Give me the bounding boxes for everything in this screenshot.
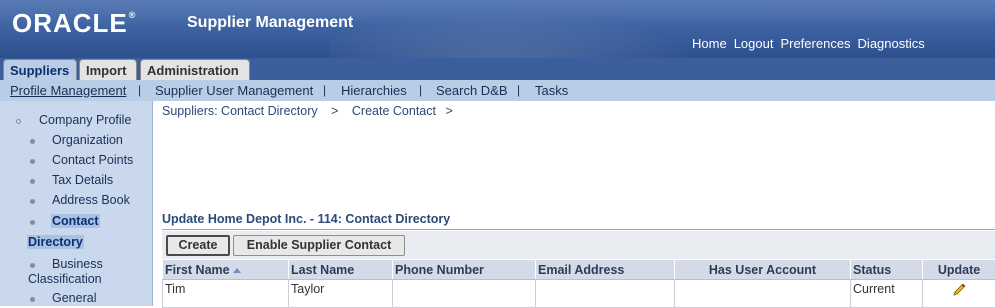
section-divider (162, 229, 995, 230)
column-header-update: Update (923, 260, 995, 280)
pencil-edit-icon[interactable] (951, 282, 967, 298)
column-header-has-user-account: Has User Account (675, 260, 851, 280)
bullet-icon (30, 220, 35, 225)
oracle-logo: ORACLE® (12, 8, 136, 39)
subtab-tasks[interactable]: Tasks (535, 83, 568, 98)
column-header-status: Status (851, 260, 923, 280)
nav-business-classification[interactable]: Business (52, 257, 103, 271)
breadcrumb-contact-directory[interactable]: Suppliers: Contact Directory (162, 104, 318, 118)
nav-address-book[interactable]: Address Book (52, 193, 130, 207)
breadcrumb-create-contact[interactable]: Create Contact (352, 104, 436, 118)
enable-supplier-contact-button[interactable]: Enable Supplier Contact (233, 235, 405, 256)
subtab-separator: | (419, 83, 422, 97)
cell-update (923, 280, 995, 308)
nav-organization[interactable]: Organization (52, 133, 123, 147)
cell-status: Current (851, 280, 923, 308)
breadcrumb-separator: > (445, 104, 452, 118)
tab-import[interactable]: Import (79, 59, 137, 80)
ring-bullet-icon (16, 119, 21, 124)
nav-business-classification-cont[interactable]: Classification (28, 272, 102, 286)
subtab-separator: | (138, 83, 141, 97)
table-header-row: First Name Last Name Phone Number Email … (163, 260, 995, 280)
bullet-icon (30, 159, 35, 164)
create-button[interactable]: Create (166, 235, 230, 256)
column-header-email-address: Email Address (536, 260, 675, 280)
cell-last-name: Taylor (289, 280, 393, 308)
bullet-icon (30, 179, 35, 184)
app-title: Supplier Management (187, 14, 353, 32)
bullet-icon (30, 139, 35, 144)
nav-contact-directory-selected[interactable]: Contact (51, 214, 100, 228)
subtab-separator: | (323, 83, 326, 97)
nav-contact-directory-selected-cont[interactable]: Directory (27, 235, 84, 249)
subtab-search-dnb[interactable]: Search D&B (436, 83, 508, 98)
nav-contact-points[interactable]: Contact Points (52, 153, 133, 167)
column-header-phone-number: Phone Number (393, 260, 536, 280)
tab-suppliers[interactable]: Suppliers (3, 59, 77, 80)
cell-email-address (536, 280, 675, 308)
sort-ascending-icon[interactable] (233, 268, 241, 273)
preferences-link[interactable]: Preferences (780, 36, 850, 51)
nav-company-profile[interactable]: Company Profile (39, 113, 131, 127)
subtab-separator: | (517, 83, 520, 97)
nav-tax-details[interactable]: Tax Details (52, 173, 113, 187)
column-header-first-name[interactable]: First Name (163, 260, 289, 280)
breadcrumb: Suppliers: Contact Directory > Create Co… (162, 104, 453, 118)
subtab-profile-management[interactable]: Profile Management (10, 83, 126, 98)
cell-has-user-account (675, 280, 851, 308)
bullet-icon (30, 297, 35, 302)
home-link[interactable]: Home (692, 36, 727, 51)
subtab-hierarchies[interactable]: Hierarchies (341, 83, 407, 98)
bullet-icon (30, 199, 35, 204)
breadcrumb-separator: > (331, 104, 338, 118)
nav-general[interactable]: General (52, 291, 96, 305)
logout-link[interactable]: Logout (734, 36, 774, 51)
cell-phone-number (393, 280, 536, 308)
contact-directory-table: First Name Last Name Phone Number Email … (162, 259, 995, 308)
bullet-icon (30, 263, 35, 268)
header-decoration (330, 0, 750, 58)
column-header-last-name[interactable]: Last Name (289, 260, 393, 280)
subtab-supplier-user-management[interactable]: Supplier User Management (155, 83, 313, 98)
global-links: Home Logout Preferences Diagnostics (692, 36, 925, 51)
table-row: Tim Taylor Current (163, 280, 995, 308)
cell-first-name: Tim (163, 280, 289, 308)
tab-administration[interactable]: Administration (140, 59, 250, 80)
page-section-title: Update Home Depot Inc. - 114: Contact Di… (162, 212, 450, 226)
diagnostics-link[interactable]: Diagnostics (858, 36, 925, 51)
